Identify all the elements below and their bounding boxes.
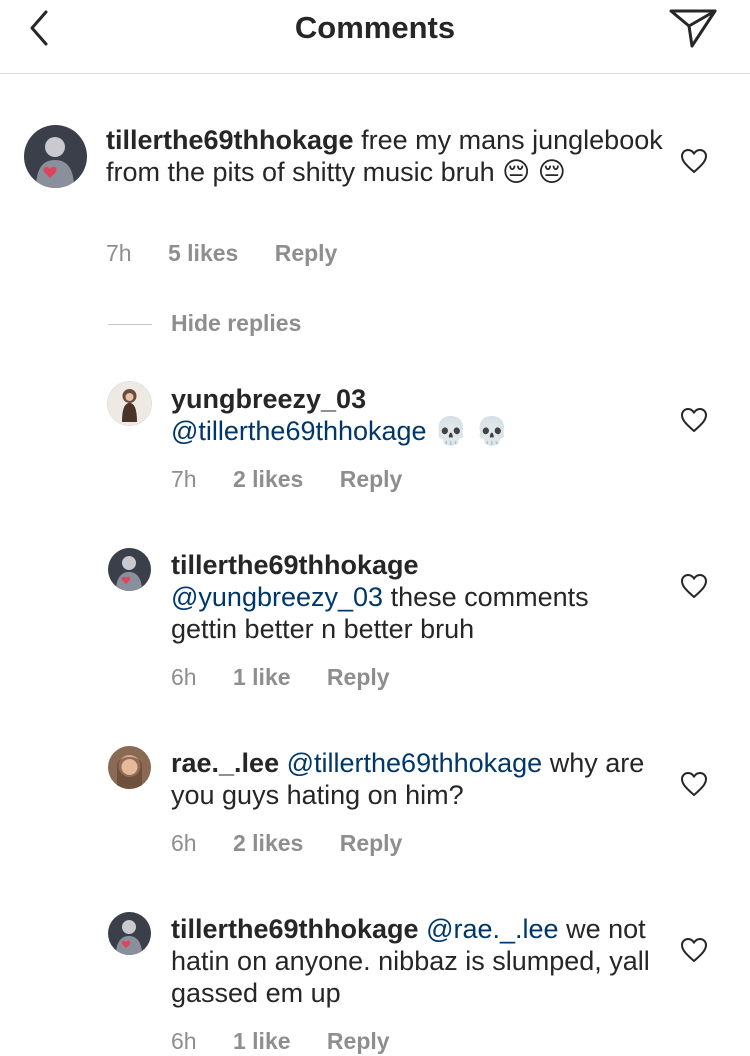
comment-username[interactable]: tillerthe69thhokage bbox=[171, 914, 419, 944]
comment-mention[interactable]: @tillerthe69thhokage bbox=[287, 748, 543, 778]
comment-meta: 7h 5 likes Reply bbox=[106, 240, 367, 267]
comment-body: tillerthe69thhokage free my mans jungleb… bbox=[106, 124, 666, 188]
comment-meta: 6h 1 like Reply bbox=[171, 664, 420, 691]
comment-username[interactable]: rae._.lee bbox=[171, 748, 279, 778]
comment-mention[interactable]: @yungbreezy_03 bbox=[171, 582, 383, 612]
send-paper-plane-icon[interactable] bbox=[668, 6, 718, 50]
divider-line bbox=[108, 324, 152, 325]
comment-meta: 7h 2 likes Reply bbox=[171, 466, 432, 493]
comment-time: 6h bbox=[171, 1028, 197, 1054]
comment-mention[interactable]: @rae._.lee bbox=[426, 914, 558, 944]
comment-username[interactable]: yungbreezy_03 bbox=[171, 384, 366, 414]
comment-text: 💀 💀 bbox=[434, 416, 509, 446]
comment-time: 7h bbox=[171, 466, 197, 492]
reply-button[interactable]: Reply bbox=[327, 664, 390, 690]
avatar[interactable] bbox=[24, 125, 87, 188]
reply-button[interactable]: Reply bbox=[275, 240, 338, 266]
comment-likes[interactable]: 2 likes bbox=[233, 466, 303, 492]
comment-likes[interactable]: 5 likes bbox=[168, 240, 238, 266]
comment-time: 6h bbox=[171, 830, 197, 856]
like-heart-icon[interactable] bbox=[680, 771, 708, 797]
comment-meta: 6h 2 likes Reply bbox=[171, 830, 432, 857]
comment-body: rae._.lee @tillerthe69thhokage why are y… bbox=[171, 747, 651, 811]
comment-time: 6h bbox=[171, 664, 197, 690]
comment-likes[interactable]: 2 likes bbox=[233, 830, 303, 856]
comment-mention[interactable]: @tillerthe69thhokage bbox=[171, 416, 427, 446]
comment-likes[interactable]: 1 like bbox=[233, 1028, 291, 1054]
header-bar: Comments bbox=[0, 0, 750, 74]
page-title: Comments bbox=[294, 10, 456, 45]
reply-button[interactable]: Reply bbox=[340, 830, 403, 856]
like-heart-icon[interactable] bbox=[680, 148, 708, 174]
comment-meta: 6h 1 like Reply bbox=[171, 1028, 420, 1055]
reply-button[interactable]: Reply bbox=[340, 466, 403, 492]
reply-button[interactable]: Reply bbox=[327, 1028, 390, 1054]
comment-username[interactable]: tillerthe69thhokage bbox=[171, 550, 419, 580]
avatar[interactable] bbox=[108, 382, 151, 425]
comment-username[interactable]: tillerthe69thhokage bbox=[106, 125, 354, 155]
like-heart-icon[interactable] bbox=[680, 573, 708, 599]
avatar[interactable] bbox=[108, 548, 151, 591]
like-heart-icon[interactable] bbox=[680, 937, 708, 963]
comment-body: yungbreezy_03 @tillerthe69thhokage 💀 💀 bbox=[171, 383, 661, 447]
avatar[interactable] bbox=[108, 912, 151, 955]
comment-time: 7h bbox=[106, 240, 132, 266]
comment-body: tillerthe69thhokage @yungbreezy_03 these… bbox=[171, 549, 651, 645]
avatar[interactable] bbox=[108, 746, 151, 789]
comment-likes[interactable]: 1 like bbox=[233, 664, 291, 690]
like-heart-icon[interactable] bbox=[680, 407, 708, 433]
comment-body: tillerthe69thhokage @rae._.lee we not ha… bbox=[171, 913, 651, 1009]
hide-replies-label: Hide replies bbox=[171, 310, 302, 336]
